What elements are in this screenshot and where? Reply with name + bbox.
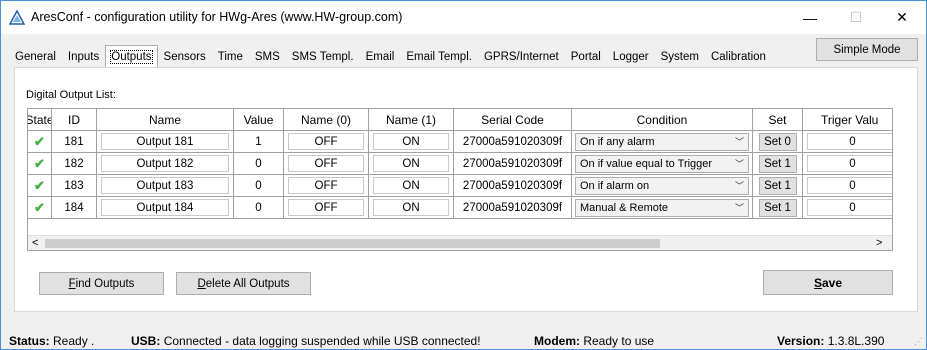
tab-strip: General Inputs Outputs Sensors Time SMS … [9, 45, 772, 67]
cell-value: 0 [234, 153, 284, 175]
simple-mode-button[interactable]: Simple Mode [816, 38, 918, 61]
chevron-down-icon: ﹀ [734, 203, 744, 213]
status-section: Status: Ready . [9, 334, 95, 348]
table-row[interactable]: ✔ 182 Output 182 0 OFF ON 27000a59102030… [28, 153, 892, 175]
table-row[interactable]: ✔ 181 Output 181 1 OFF ON 27000a59102030… [28, 131, 892, 153]
minimize-icon[interactable]: — [787, 1, 833, 34]
horizontal-scrollbar[interactable]: < > [28, 235, 892, 250]
table-row[interactable]: ✔ 183 Output 183 0 OFF ON 27000a59102030… [28, 175, 892, 197]
col-header-serial-code[interactable]: Serial Code [454, 109, 572, 131]
col-header-trigger-value[interactable]: Triger Valu [803, 109, 892, 131]
condition-select[interactable]: Manual & Remote ﹀ [575, 198, 749, 217]
cell-serial-code: 27000a591020309f [454, 197, 572, 219]
cell-id: 184 [52, 197, 97, 219]
name0-field[interactable]: OFF [288, 155, 364, 172]
app-triangle-icon [9, 10, 25, 25]
tab-logger[interactable]: Logger [607, 47, 655, 67]
modem-status-section: Modem: Ready to use [534, 334, 655, 348]
name0-field[interactable]: OFF [288, 177, 364, 194]
set-button[interactable]: Set 0 [758, 132, 797, 151]
name1-field[interactable]: ON [373, 177, 449, 194]
check-icon: ✔ [34, 177, 45, 193]
cell-serial-code: 27000a591020309f [454, 153, 572, 175]
check-icon: ✔ [34, 199, 45, 215]
tab-email-templ[interactable]: Email Templ. [400, 47, 478, 67]
set-button[interactable]: Set 1 [758, 198, 797, 217]
maximize-icon[interactable]: ☐ [833, 1, 879, 34]
name0-field[interactable]: OFF [288, 199, 364, 216]
trigger-value-field[interactable]: 0 [807, 199, 892, 216]
title-bar[interactable]: AresConf - configuration utility for HWg… [1, 1, 926, 34]
resize-grip-icon[interactable]: ⋰ [914, 336, 923, 347]
name-field[interactable]: Output 182 [101, 155, 229, 172]
col-header-value[interactable]: Value [234, 109, 284, 131]
tab-time[interactable]: Time [212, 47, 249, 67]
col-header-state[interactable]: State [28, 109, 52, 131]
delete-all-outputs-button[interactable]: Delete All Outputs [176, 272, 311, 295]
condition-select[interactable]: On if alarm on ﹀ [575, 176, 749, 195]
tab-sensors[interactable]: Sensors [158, 47, 212, 67]
chevron-down-icon: ﹀ [734, 137, 744, 147]
chevron-down-icon: ﹀ [734, 181, 744, 191]
condition-select[interactable]: On if any alarm ﹀ [575, 132, 749, 151]
tab-outputs[interactable]: Outputs [105, 45, 158, 67]
condition-select[interactable]: On if value equal to Trigger ﹀ [575, 154, 749, 173]
name1-field[interactable]: ON [373, 155, 449, 172]
col-header-condition[interactable]: Condition [572, 109, 753, 131]
name-field[interactable]: Output 181 [101, 133, 229, 150]
outputs-table[interactable]: State ID Name Value Name (0) Name (1) Se… [27, 108, 893, 251]
trigger-value-field[interactable]: 0 [807, 155, 892, 172]
name1-field[interactable]: ON [373, 199, 449, 216]
set-button[interactable]: Set 1 [758, 154, 797, 173]
find-outputs-button[interactable]: Find Outputs [39, 272, 164, 295]
digital-output-list-label: Digital Output List: [26, 89, 116, 101]
window-title: AresConf - configuration utility for HWg… [31, 10, 403, 24]
tab-sms[interactable]: SMS [249, 47, 286, 67]
tab-portal[interactable]: Portal [565, 47, 607, 67]
name-field[interactable]: Output 183 [101, 177, 229, 194]
set-button[interactable]: Set 1 [758, 176, 797, 195]
tab-system[interactable]: System [655, 47, 705, 67]
cell-id: 181 [52, 131, 97, 153]
cell-value: 0 [234, 197, 284, 219]
name1-field[interactable]: ON [373, 133, 449, 150]
status-bar: Status: Ready . USB: Connected - data lo… [1, 329, 926, 349]
cell-value: 0 [234, 175, 284, 197]
close-icon[interactable]: ✕ [879, 1, 925, 34]
tab-general[interactable]: General [9, 47, 62, 67]
cell-id: 182 [52, 153, 97, 175]
col-header-set[interactable]: Set [753, 109, 803, 131]
table-row[interactable]: ✔ 184 Output 184 0 OFF ON 27000a59102030… [28, 197, 892, 219]
name0-field[interactable]: OFF [288, 133, 364, 150]
chevron-down-icon: ﹀ [734, 159, 744, 169]
scroll-right-icon[interactable]: > [876, 237, 882, 249]
usb-status-section: USB: Connected - data logging suspended … [131, 334, 481, 348]
check-icon: ✔ [34, 155, 45, 171]
col-header-id[interactable]: ID [52, 109, 97, 131]
cell-serial-code: 27000a591020309f [454, 175, 572, 197]
main-window: AresConf - configuration utility for HWg… [0, 0, 927, 350]
col-header-name1[interactable]: Name (1) [369, 109, 454, 131]
check-icon: ✔ [34, 133, 45, 149]
scroll-left-icon[interactable]: < [32, 237, 38, 249]
cell-value: 1 [234, 131, 284, 153]
trigger-value-field[interactable]: 0 [807, 133, 892, 150]
version-section: Version: 1.3.8L.390 [777, 334, 885, 348]
save-button[interactable]: Save [763, 270, 893, 295]
col-header-name[interactable]: Name [97, 109, 234, 131]
tab-calibration[interactable]: Calibration [705, 47, 772, 67]
tab-gprs-internet[interactable]: GPRS/Internet [478, 47, 565, 67]
table-header-row: State ID Name Value Name (0) Name (1) Se… [28, 109, 892, 131]
scrollbar-thumb[interactable] [45, 239, 660, 248]
cell-id: 183 [52, 175, 97, 197]
tab-inputs[interactable]: Inputs [62, 47, 105, 67]
trigger-value-field[interactable]: 0 [807, 177, 892, 194]
tab-email[interactable]: Email [360, 47, 401, 67]
name-field[interactable]: Output 184 [101, 199, 229, 216]
cell-serial-code: 27000a591020309f [454, 131, 572, 153]
col-header-name0[interactable]: Name (0) [284, 109, 369, 131]
tab-sms-templ[interactable]: SMS Templ. [286, 47, 360, 67]
